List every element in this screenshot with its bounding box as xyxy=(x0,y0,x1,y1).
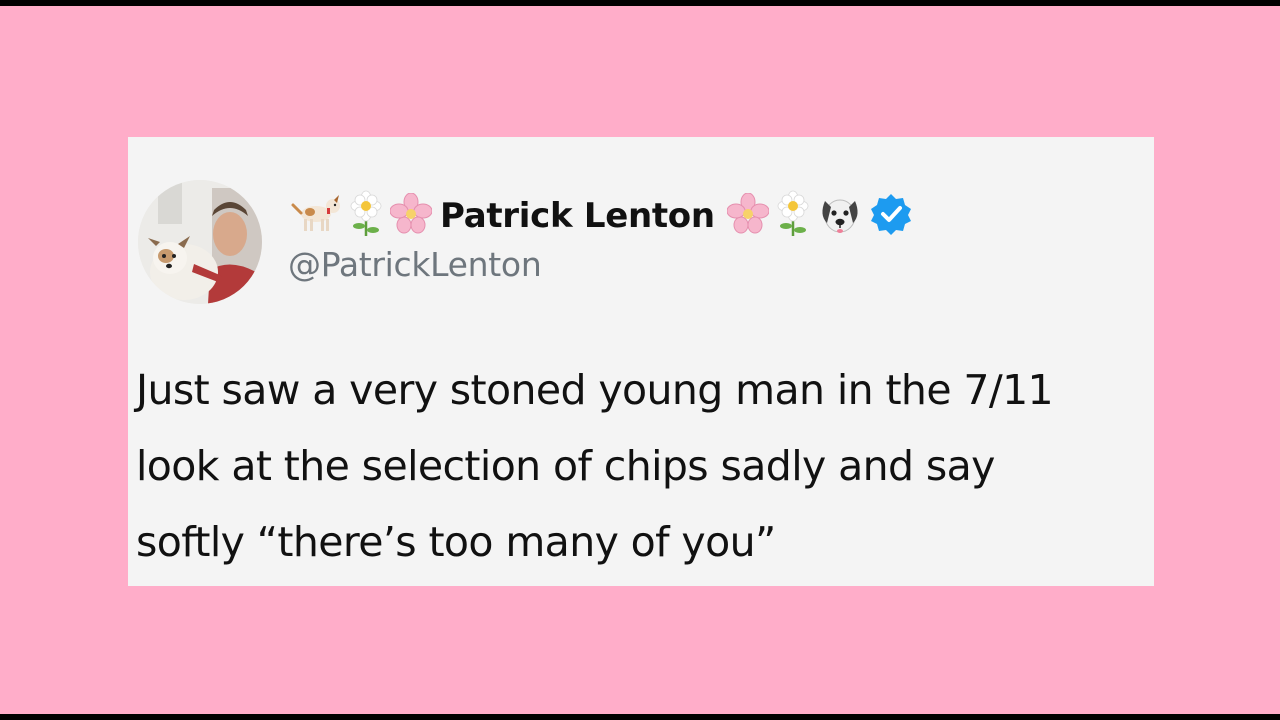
cherry-blossom-icon xyxy=(726,192,770,240)
dog-icon xyxy=(288,192,342,241)
daisy-icon xyxy=(775,190,811,243)
avatar[interactable] xyxy=(138,180,262,304)
daisy-icon xyxy=(348,190,384,243)
verified-badge-icon xyxy=(869,192,913,241)
tweet-card: Patrick Lenton @PatrickLenton Just saw a… xyxy=(128,137,1154,586)
cherry-blossom-icon xyxy=(389,192,433,240)
dog-face-icon xyxy=(817,191,863,242)
tweet-text: Just saw a very stoned young man in the … xyxy=(136,352,1146,580)
display-name[interactable]: Patrick Lenton xyxy=(440,196,715,236)
name-row: Patrick Lenton xyxy=(288,189,919,243)
user-handle[interactable]: @PatrickLenton xyxy=(288,245,542,284)
tweet-text-line: look at the selection of chips sadly and… xyxy=(136,442,995,490)
tweet-text-line: softly “there’s too many of you” xyxy=(136,518,776,566)
tweet-text-line: Just saw a very stoned young man in the … xyxy=(136,366,1054,414)
